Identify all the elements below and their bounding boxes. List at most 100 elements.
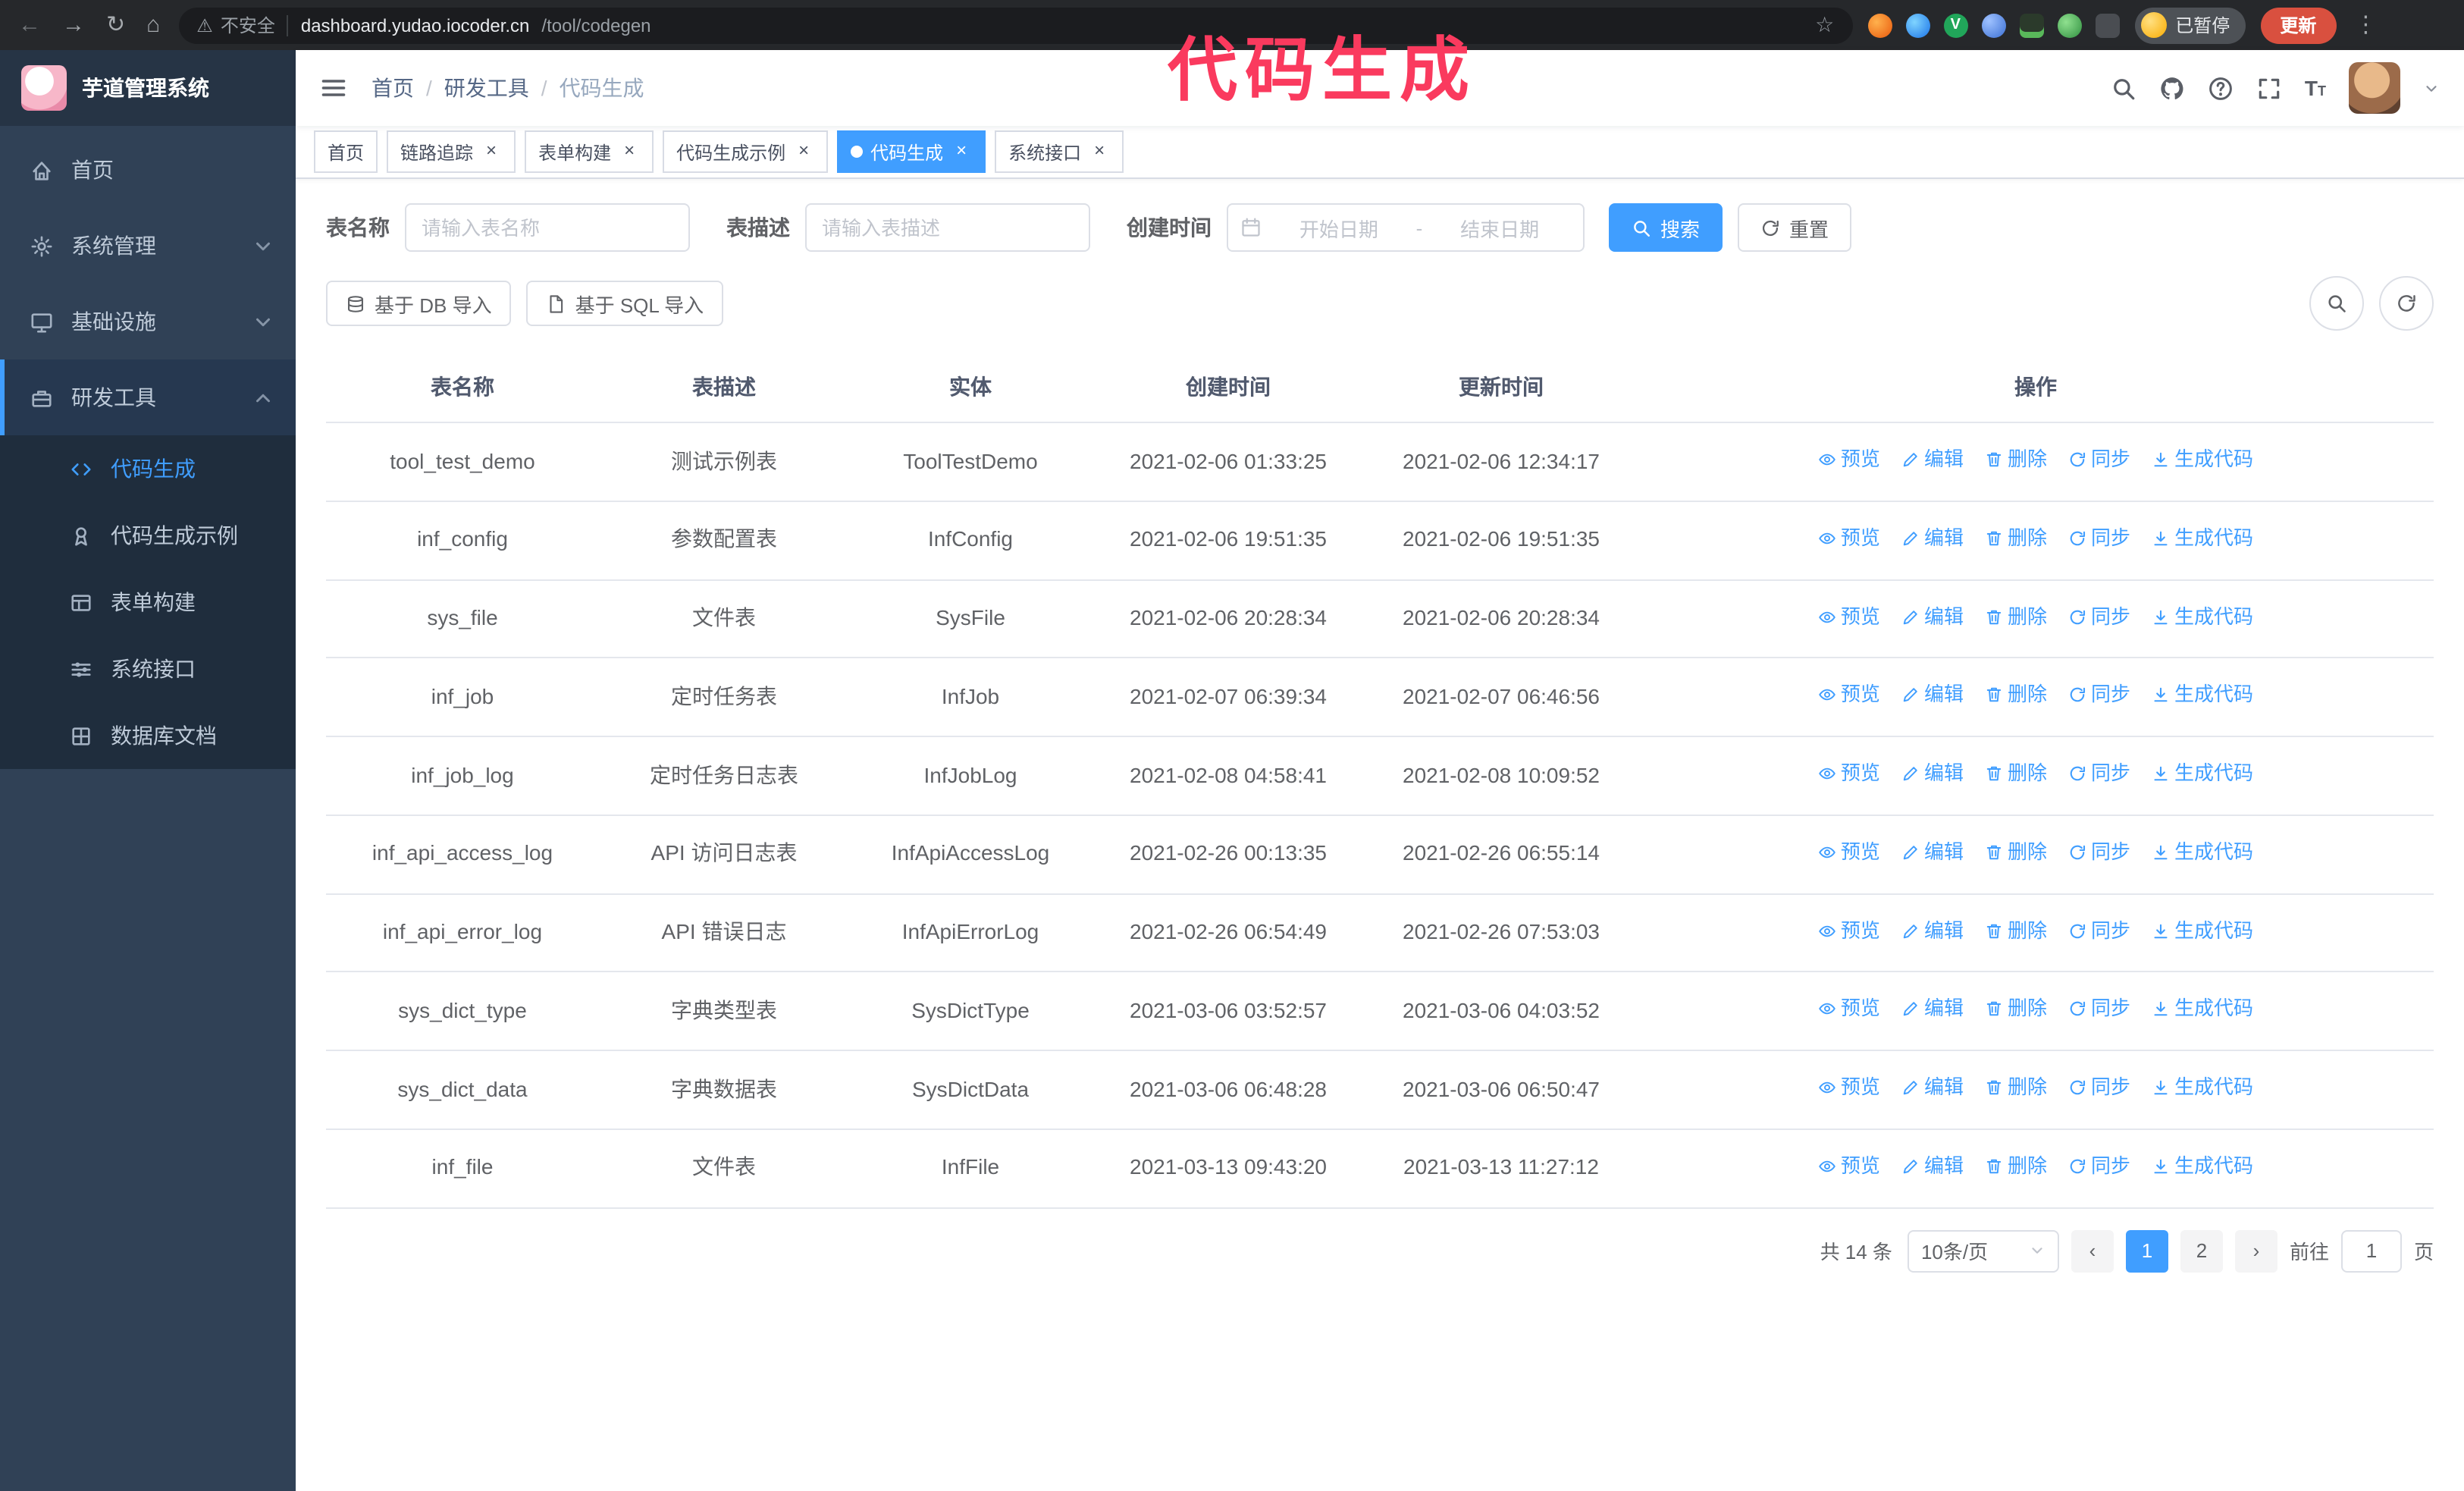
close-icon[interactable]: × [1089, 140, 1110, 162]
action-delete[interactable]: 删除 [1985, 758, 2047, 789]
sidebar-item-infrastructure[interactable]: 基础设施 [0, 284, 296, 359]
toggle-search-button[interactable] [2309, 276, 2364, 331]
action-delete[interactable]: 删除 [1985, 994, 2047, 1025]
close-icon[interactable]: × [793, 140, 814, 162]
action-delete[interactable]: 删除 [1985, 680, 2047, 711]
action-sync[interactable]: 同步 [2068, 1072, 2130, 1103]
search-icon[interactable] [2111, 75, 2136, 101]
sidebar-item-system-management[interactable]: 系统管理 [0, 208, 296, 284]
search-button[interactable]: 搜索 [1609, 203, 1723, 252]
action-preview[interactable]: 预览 [1818, 758, 1880, 789]
action-edit[interactable]: 编辑 [1901, 444, 1964, 475]
tag-code-generation[interactable]: 代码生成 × [837, 130, 986, 173]
table-row[interactable]: inf_file 文件表 InfFile 2021-03-13 09:43:20… [326, 1128, 2434, 1208]
font-size-icon[interactable]: TT [2305, 76, 2326, 100]
bookmark-star-icon[interactable]: ☆ [1815, 12, 1834, 38]
security-warning[interactable]: ⚠ 不安全 [196, 12, 275, 38]
table-row[interactable]: inf_api_access_log API 访问日志表 InfApiAcces… [326, 815, 2434, 894]
action-delete[interactable]: 删除 [1985, 837, 2047, 868]
browser-menu-dots-icon[interactable]: ⋮ [2351, 14, 2380, 36]
action-generate-code[interactable]: 生成代码 [2152, 444, 2253, 475]
action-sync[interactable]: 同步 [2068, 758, 2130, 789]
action-sync[interactable]: 同步 [2068, 523, 2130, 554]
reload-icon[interactable]: ↻ [103, 14, 128, 36]
import-sql-button[interactable]: 基于 SQL 导入 [526, 281, 724, 326]
action-edit[interactable]: 编辑 [1901, 601, 1964, 632]
action-sync[interactable]: 同步 [2068, 444, 2130, 475]
action-edit[interactable]: 编辑 [1901, 680, 1964, 711]
extension-icon-2[interactable] [1905, 13, 1930, 37]
sidebar-item-form-builder[interactable]: 表单构建 [0, 569, 296, 636]
extension-icon-5[interactable] [2019, 13, 2044, 37]
sidebar-item-code-generation[interactable]: 代码生成 [0, 435, 296, 502]
action-sync[interactable]: 同步 [2068, 994, 2130, 1025]
action-delete[interactable]: 删除 [1985, 523, 2047, 554]
action-delete[interactable]: 删除 [1985, 601, 2047, 632]
table-row[interactable]: inf_job_log 定时任务日志表 InfJobLog 2021-02-08… [326, 736, 2434, 816]
action-generate-code[interactable]: 生成代码 [2152, 523, 2253, 554]
table-name-input[interactable] [405, 203, 690, 252]
action-preview[interactable]: 预览 [1818, 837, 1880, 868]
action-sync[interactable]: 同步 [2068, 680, 2130, 711]
page-button-1[interactable]: 1 [2125, 1229, 2168, 1272]
action-edit[interactable]: 编辑 [1901, 837, 1964, 868]
prev-page-button[interactable]: ‹ [2071, 1229, 2114, 1272]
tag-codegen-example[interactable]: 代码生成示例 × [663, 130, 829, 173]
goto-page-input[interactable] [2340, 1229, 2402, 1272]
action-generate-code[interactable]: 生成代码 [2152, 1072, 2253, 1103]
action-preview[interactable]: 预览 [1818, 601, 1880, 632]
caret-down-icon[interactable] [2423, 80, 2440, 96]
home-icon[interactable]: ⌂ [143, 14, 163, 36]
action-preview[interactable]: 预览 [1818, 444, 1880, 475]
action-generate-code[interactable]: 生成代码 [2152, 1151, 2253, 1182]
action-generate-code[interactable]: 生成代码 [2152, 758, 2253, 789]
table-row[interactable]: inf_job 定时任务表 InfJob 2021-02-07 06:39:34… [326, 658, 2434, 737]
table-row[interactable]: sys_dict_data 字典数据表 SysDictData 2021-03-… [326, 1050, 2434, 1130]
fullscreen-icon[interactable] [2256, 75, 2282, 101]
github-icon[interactable] [2159, 75, 2185, 101]
table-desc-input[interactable] [805, 203, 1090, 252]
user-avatar[interactable] [2349, 62, 2400, 114]
hamburger-icon[interactable] [320, 74, 347, 102]
action-sync[interactable]: 同步 [2068, 837, 2130, 868]
action-preview[interactable]: 预览 [1818, 1072, 1880, 1103]
action-preview[interactable]: 预览 [1818, 915, 1880, 946]
forward-icon[interactable]: → [59, 14, 88, 36]
action-generate-code[interactable]: 生成代码 [2152, 994, 2253, 1025]
tag-trace[interactable]: 链路追踪 × [387, 130, 516, 173]
extension-icon-4[interactable] [1981, 13, 2006, 37]
action-sync[interactable]: 同步 [2068, 601, 2130, 632]
page-button-2[interactable]: 2 [2180, 1229, 2223, 1272]
address-bar[interactable]: ⚠ 不安全 dashboard.yudao.iocoder.cn/tool/co… [178, 7, 1853, 43]
next-page-button[interactable]: › [2234, 1229, 2277, 1272]
action-sync[interactable]: 同步 [2068, 915, 2130, 946]
breadcrumb-home[interactable]: 首页 [371, 73, 414, 103]
sidebar-item-system-api[interactable]: 系统接口 [0, 636, 296, 702]
action-edit[interactable]: 编辑 [1901, 758, 1964, 789]
action-edit[interactable]: 编辑 [1901, 1072, 1964, 1103]
tag-system-api[interactable]: 系统接口 × [995, 130, 1124, 173]
action-generate-code[interactable]: 生成代码 [2152, 837, 2253, 868]
sidebar-item-db-doc[interactable]: 数据库文档 [0, 702, 296, 769]
close-icon[interactable]: × [619, 140, 640, 162]
sidebar-item-dev-tools[interactable]: 研发工具 [0, 359, 296, 435]
table-row[interactable]: tool_test_demo 测试示例表 ToolTestDemo 2021-0… [326, 422, 2434, 502]
page-size-select[interactable]: 10条/页 [1907, 1229, 2059, 1272]
action-edit[interactable]: 编辑 [1901, 1151, 1964, 1182]
action-sync[interactable]: 同步 [2068, 1151, 2130, 1182]
action-generate-code[interactable]: 生成代码 [2152, 601, 2253, 632]
sidebar-item-codegen-example[interactable]: 代码生成示例 [0, 502, 296, 569]
extension-icon-3[interactable]: V [1943, 13, 1968, 37]
reset-button[interactable]: 重置 [1738, 203, 1852, 252]
table-row[interactable]: inf_config 参数配置表 InfConfig 2021-02-06 19… [326, 501, 2434, 580]
action-edit[interactable]: 编辑 [1901, 994, 1964, 1025]
action-delete[interactable]: 删除 [1985, 1151, 2047, 1182]
close-icon[interactable]: × [481, 140, 502, 162]
extension-icon-1[interactable] [1867, 13, 1892, 37]
app-logo[interactable]: 芋道管理系统 [0, 50, 296, 126]
tag-home[interactable]: 首页 [314, 130, 378, 173]
table-row[interactable]: inf_api_error_log API 错误日志 InfApiErrorLo… [326, 893, 2434, 973]
breadcrumb-dev-tools[interactable]: 研发工具 [444, 73, 529, 103]
action-preview[interactable]: 预览 [1818, 523, 1880, 554]
action-delete[interactable]: 删除 [1985, 1072, 2047, 1103]
